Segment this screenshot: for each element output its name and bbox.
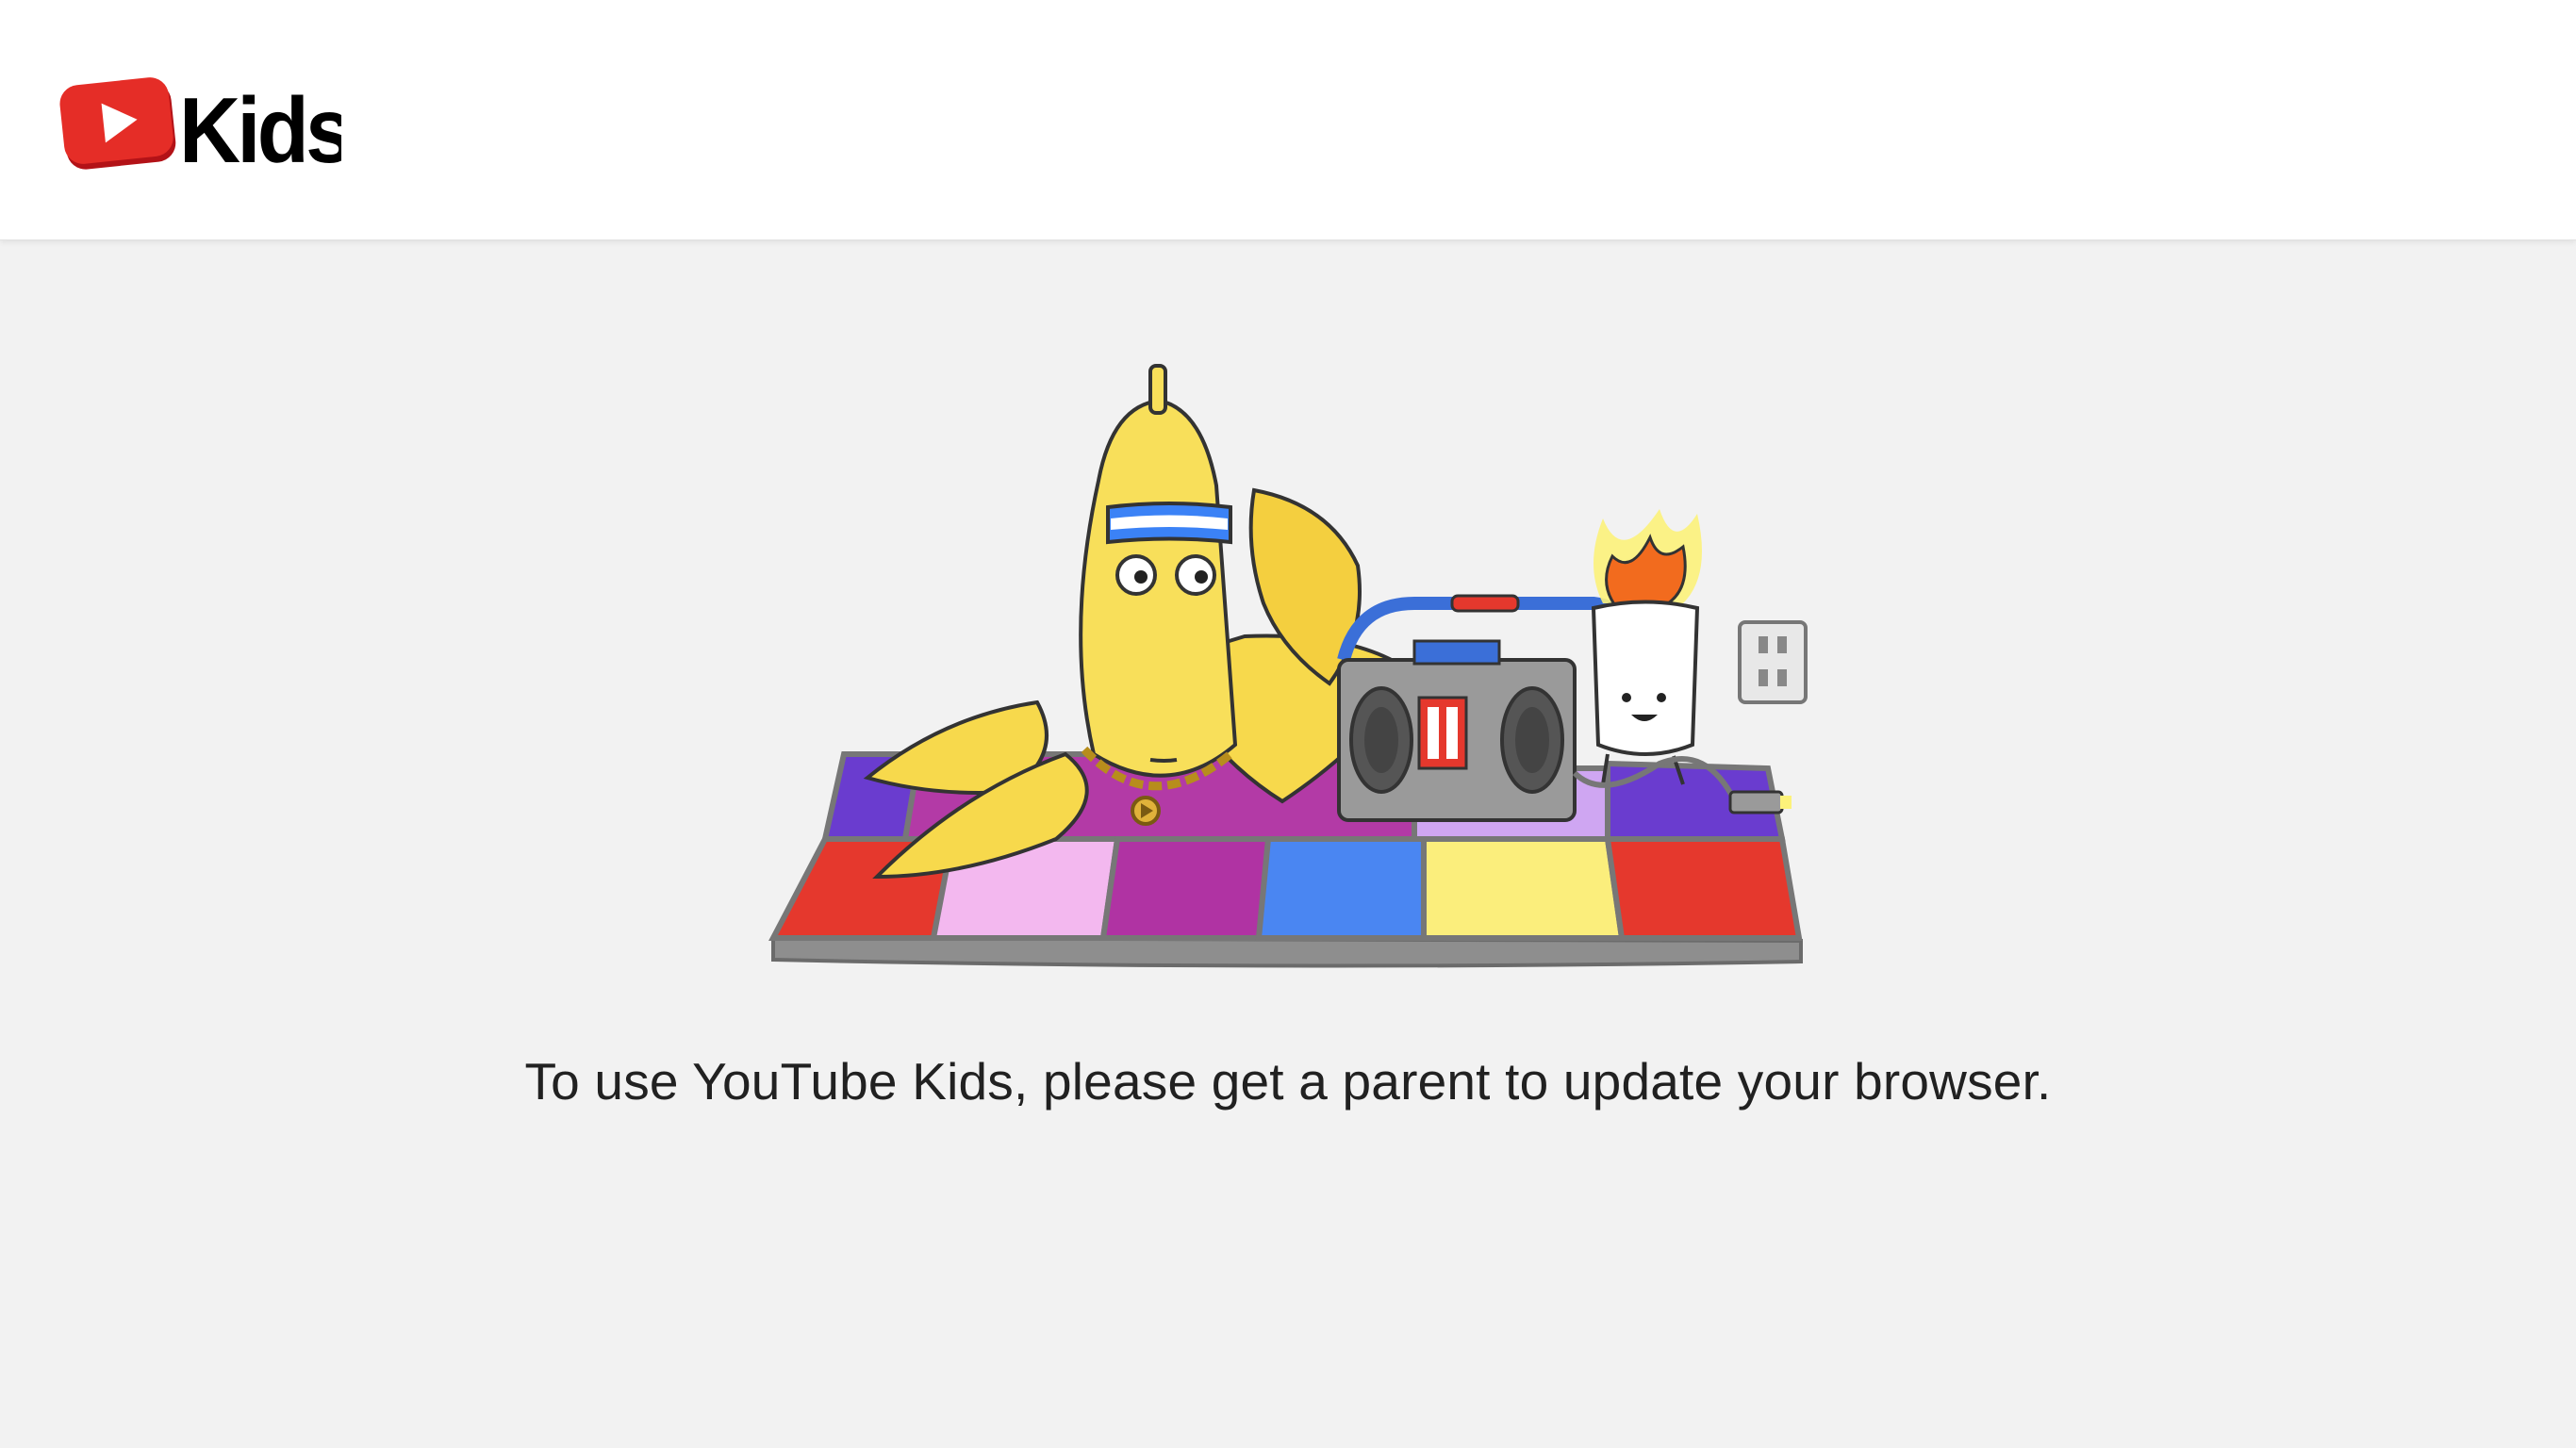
banana-dance-floor-illustration: [754, 349, 1820, 980]
header-bar: Kids: [0, 0, 2576, 240]
logo-text: Kids: [179, 79, 341, 182]
youtube-kids-logo[interactable]: Kids: [58, 70, 341, 183]
update-browser-message: To use YouTube Kids, please get a parent…: [524, 1052, 2052, 1111]
youtube-play-icon: Kids: [59, 77, 341, 182]
